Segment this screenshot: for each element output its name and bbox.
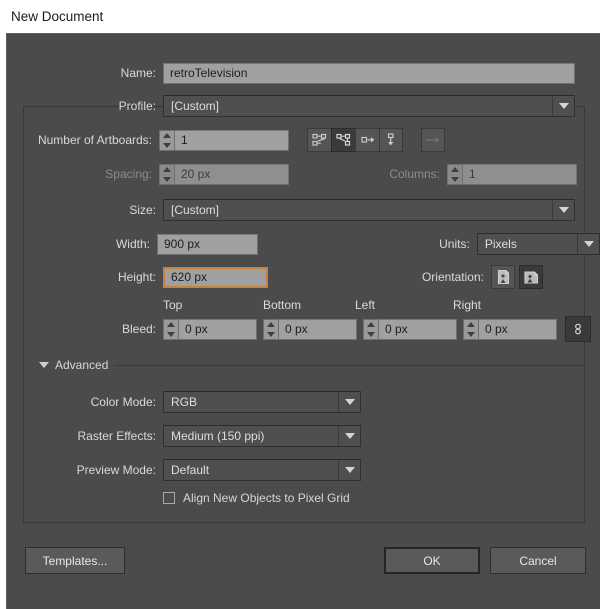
orientation-buttons [491, 265, 543, 289]
raster-effects-dropdown[interactable]: Medium (150 ppi) [163, 425, 361, 447]
ok-button[interactable]: OK [384, 547, 480, 574]
bleed-column-headers: Top Bottom Left Right [7, 298, 600, 314]
triangle-down-icon [39, 362, 49, 368]
raster-effects-value: Medium (150 ppi) [171, 429, 265, 443]
profile-value: [Custom] [171, 99, 220, 113]
width-label: Width: [115, 237, 150, 251]
units-dropdown[interactable]: Pixels [476, 233, 600, 255]
color-mode-dropdown[interactable]: RGB [163, 391, 361, 413]
align-pixel-grid-checkbox[interactable] [163, 492, 175, 504]
height-input[interactable]: 620 px [163, 266, 268, 288]
templates-button[interactable]: Templates... [25, 547, 125, 574]
bleed-top-input[interactable]: 0 px [178, 318, 257, 340]
units-value: Pixels [484, 237, 517, 251]
artboards-stepper[interactable]: 1 [159, 129, 289, 151]
height-label: Height: [117, 270, 156, 284]
chevron-down-icon [577, 234, 599, 254]
raster-effects-row: Raster Effects: Medium (150 ppi) [7, 423, 600, 449]
grid-by-column-icon[interactable] [331, 128, 355, 152]
artboards-label: Number of Artboards: [37, 133, 152, 147]
chevron-down-icon [552, 200, 574, 220]
units-label: Units: [439, 237, 470, 251]
chevron-down-icon [338, 426, 360, 446]
section-divider [114, 364, 585, 366]
size-label: Size: [129, 203, 156, 217]
artboards-row: Number of Artboards: 1 [7, 127, 600, 153]
bleed-header-top: Top [163, 298, 183, 312]
bleed-top-stepper[interactable]: 0 px [163, 318, 257, 340]
preview-mode-row: Preview Mode: Default [7, 457, 600, 483]
color-mode-value: RGB [171, 395, 198, 409]
width-input[interactable]: 900 px [156, 233, 259, 255]
new-document-dialog: Name: retroTelevision Profile: [Custom] … [6, 33, 600, 609]
artboards-spin-buttons[interactable] [159, 129, 174, 151]
name-row: Name: retroTelevision [7, 60, 600, 86]
bleed-header-bottom: Bottom [263, 298, 302, 312]
artboard-layout-buttons [307, 128, 403, 152]
bleed-header-left: Left [355, 298, 376, 312]
advanced-section-header[interactable]: Advanced [39, 358, 585, 372]
width-units-row: Width: 900 px Units: Pixels [7, 231, 600, 257]
arrange-by-column-icon[interactable] [379, 128, 403, 152]
spacing-spin-buttons [159, 163, 174, 185]
spacing-label: Spacing: [105, 167, 152, 181]
bleed-top-spin-buttons[interactable] [163, 318, 178, 340]
size-value: [Custom] [171, 203, 220, 217]
height-orientation-row: Height: 620 px Orientation: [7, 264, 600, 290]
bleed-label: Bleed: [121, 322, 156, 336]
profile-dropdown[interactable]: [Custom] [163, 95, 575, 117]
profile-row: Profile: [Custom] [7, 93, 600, 119]
bleed-right-stepper[interactable]: 0 px [463, 318, 557, 340]
align-pixel-grid-label: Align New Objects to Pixel Grid [183, 491, 350, 505]
columns-spin-buttons [447, 163, 462, 185]
link-bleed-values-icon[interactable] [565, 316, 591, 342]
spacing-input: 20 px [174, 163, 289, 185]
columns-stepper: 1 [447, 163, 577, 185]
profile-label: Profile: [118, 99, 156, 113]
advanced-title: Advanced [55, 358, 109, 372]
columns-input: 1 [462, 163, 577, 185]
bleed-left-stepper[interactable]: 0 px [363, 318, 457, 340]
artboards-input[interactable]: 1 [174, 129, 289, 151]
color-mode-row: Color Mode: RGB [7, 389, 600, 415]
spacing-columns-row: Spacing: 20 px Columns: 1 [7, 161, 600, 187]
preview-mode-dropdown[interactable]: Default [163, 459, 361, 481]
spacing-stepper: 20 px [159, 163, 289, 185]
bleed-left-spin-buttons[interactable] [363, 318, 378, 340]
chevron-down-icon [338, 460, 360, 480]
size-row: Size: [Custom] [7, 197, 600, 223]
orientation-portrait-icon[interactable] [491, 265, 515, 289]
bleed-right-spin-buttons[interactable] [463, 318, 478, 340]
bleed-header-right: Right [453, 298, 482, 312]
window-titlebar: New Document [0, 0, 600, 33]
orientation-label: Orientation: [421, 270, 484, 284]
raster-effects-label: Raster Effects: [77, 429, 156, 443]
bleed-bottom-input[interactable]: 0 px [278, 318, 357, 340]
bleed-bottom-stepper[interactable]: 0 px [263, 318, 357, 340]
bleed-left-input[interactable]: 0 px [378, 318, 457, 340]
preview-mode-value: Default [171, 463, 210, 477]
artboard-direction-right-icon[interactable] [421, 128, 445, 152]
cancel-button[interactable]: Cancel [490, 547, 586, 574]
chevron-down-icon [338, 392, 360, 412]
arrange-by-row-icon[interactable] [355, 128, 379, 152]
orientation-landscape-icon[interactable] [519, 265, 543, 289]
columns-label: Columns: [389, 167, 440, 181]
color-mode-label: Color Mode: [90, 395, 156, 409]
document-name-input[interactable]: retroTelevision [163, 62, 575, 84]
bleed-right-input[interactable]: 0 px [478, 318, 557, 340]
name-label: Name: [120, 66, 156, 80]
bleed-bottom-spin-buttons[interactable] [263, 318, 278, 340]
align-pixel-grid-row[interactable]: Align New Objects to Pixel Grid [163, 491, 350, 505]
grid-by-row-icon[interactable] [307, 128, 331, 152]
chevron-down-icon [552, 96, 574, 116]
window-title: New Document [11, 9, 104, 24]
size-dropdown[interactable]: [Custom] [163, 199, 575, 221]
preview-mode-label: Preview Mode: [76, 463, 156, 477]
bleed-row: Bleed: 0 px 0 px 0 px 0 px [7, 316, 600, 342]
